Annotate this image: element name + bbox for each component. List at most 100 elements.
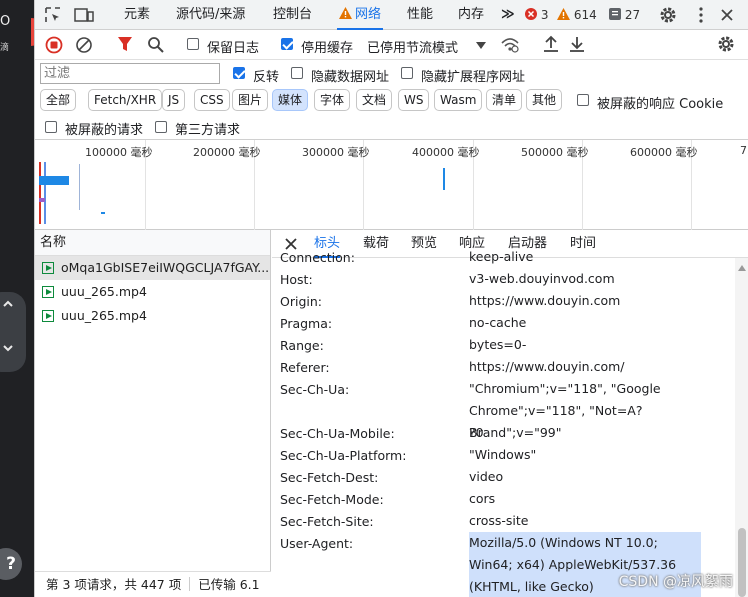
disable-cache-label: 停用缓存 [301, 41, 354, 56]
name-column-header[interactable]: 名称 [35, 230, 270, 256]
hide-data-urls-label: 隐藏数据网址 [311, 70, 390, 85]
scrollbar-thumb[interactable] [738, 528, 746, 597]
header-value: https://www.douyin.com/ [469, 359, 625, 374]
throttle-select[interactable]: 已停用节流模式 [367, 37, 458, 56]
request-row[interactable]: uuu_265.mp4 [35, 280, 270, 304]
header-value: cross-site [469, 513, 529, 528]
import-har-icon[interactable] [543, 35, 559, 56]
type-js-chip[interactable]: JS [162, 89, 186, 111]
invert-checkbox[interactable] [233, 66, 245, 80]
filter-input[interactable] [40, 63, 220, 84]
divider [189, 577, 191, 591]
error-count-badge[interactable]: 3 [525, 8, 548, 22]
type-all-chip[interactable]: 全部 [40, 89, 77, 111]
tick-label: 300000 毫秒 [302, 146, 370, 159]
tick-label: 200000 毫秒 [193, 146, 261, 159]
hide-ext-urls-checkbox[interactable] [401, 66, 413, 80]
network-status-bar: 第 3 项请求，共 447 项 已传输 6.1 [35, 571, 271, 597]
header-value: no-cache [469, 315, 527, 330]
type-ws-chip[interactable]: WS [398, 89, 430, 111]
load-marker [39, 162, 41, 224]
chevron-up-icon[interactable] [2, 298, 14, 314]
type-fetch-xhr-chip[interactable]: Fetch/XHR [88, 89, 163, 111]
request-name: uuu_265.mp4 [61, 284, 147, 299]
header-name: Sec-Ch-Ua-Mobile: [280, 426, 395, 441]
help-icon[interactable]: ? [0, 548, 22, 580]
page-nav-pill [0, 292, 26, 372]
checkbox-off [401, 67, 413, 79]
header-name: Sec-Fetch-Site: [280, 514, 374, 529]
header-name: Sec-Ch-Ua-Platform: [280, 448, 407, 463]
network-overview-timeline[interactable]: 100000 毫秒 200000 毫秒 300000 毫秒 400000 毫秒 … [35, 140, 748, 230]
caret-down-icon[interactable] [476, 39, 486, 53]
info-count: 27 [624, 8, 641, 22]
more-options-icon[interactable] [692, 6, 710, 24]
tab-network[interactable]: 网络 [337, 0, 384, 30]
type-filter-row: 全部 Fetch/XHR JS CSS 图片 媒体 字体 文档 WS Wasm … [35, 86, 748, 114]
tab-performance[interactable]: 性能 [407, 0, 433, 30]
devtools-tabbar: 元素 源代码/来源 控制台 网络 性能 内存 ≫ 3 614 27 [35, 0, 748, 30]
network-settings-gear-icon[interactable] [717, 35, 735, 56]
header-value: https://www.douyin.com [469, 293, 621, 308]
close-icon[interactable] [718, 6, 736, 24]
filter-icon[interactable] [117, 36, 133, 56]
stop-recording-icon[interactable] [45, 36, 63, 57]
export-har-icon[interactable] [569, 35, 585, 56]
left-strip-text-2: 滴 [0, 43, 10, 53]
more-tabs-icon[interactable]: ≫ [501, 0, 515, 30]
type-other-chip[interactable]: 其他 [526, 89, 563, 111]
info-icon [609, 8, 621, 20]
type-wasm-chip[interactable]: Wasm [434, 89, 483, 111]
search-icon[interactable] [147, 36, 164, 56]
checkbox-off [577, 94, 589, 106]
checkbox-off [155, 121, 167, 133]
request-name: uuu_265.mp4 [61, 308, 147, 323]
blocked-cookies-checkbox[interactable] [577, 93, 589, 107]
hide-data-urls-checkbox[interactable] [291, 66, 303, 80]
type-doc-chip[interactable]: 文档 [356, 89, 393, 111]
tab-sources[interactable]: 源代码/来源 [176, 0, 245, 30]
checkbox-off [291, 67, 303, 79]
header-name: Sec-Fetch-Dest: [280, 470, 379, 485]
tab-console[interactable]: 控制台 [273, 0, 312, 30]
activity-bar [443, 168, 445, 190]
tab-preview[interactable]: 预览 [411, 230, 437, 258]
type-css-chip[interactable]: CSS [194, 89, 230, 111]
blocked-requests-checkbox[interactable] [45, 120, 57, 134]
watermark: CSDN @凉风絮雨 [618, 574, 733, 590]
tab-memory[interactable]: 内存 [458, 0, 484, 30]
type-manifest-chip[interactable]: 清单 [486, 89, 523, 111]
header-name: Pragma: [280, 316, 333, 331]
preserve-log-checkbox[interactable] [187, 37, 199, 51]
settings-gear-icon[interactable] [659, 6, 677, 24]
details-scrollbar[interactable] [735, 258, 748, 597]
warning-count-badge[interactable]: 614 [557, 8, 597, 22]
request-row[interactable]: uuu_265.mp4 [35, 304, 270, 328]
header-name: Range: [280, 338, 324, 353]
request-list: 名称 oMqa1GbISE7eiIWQGCLJA7fGAY... uuu_265… [35, 230, 271, 597]
clear-icon[interactable] [75, 36, 93, 57]
header-value: cors [469, 491, 496, 506]
network-conditions-icon[interactable] [500, 35, 520, 56]
info-count-badge[interactable]: 27 [609, 8, 640, 22]
checkbox-on [233, 67, 245, 79]
type-font-chip[interactable]: 字体 [314, 89, 351, 111]
request-count: 第 3 项请求，共 447 项 [46, 577, 182, 592]
type-image-chip[interactable]: 图片 [232, 89, 269, 111]
header-name: User-Agent: [280, 536, 354, 551]
dom-marker [44, 162, 46, 224]
scroll-up-arrow-icon[interactable] [738, 260, 746, 274]
header-value: "Windows" [469, 447, 537, 462]
tab-elements[interactable]: 元素 [124, 0, 150, 30]
header-name: Host: [280, 272, 313, 287]
tick-label: 100000 毫秒 [85, 146, 153, 159]
disable-cache-checkbox[interactable] [281, 37, 293, 51]
type-media-chip[interactable]: 媒体 [272, 89, 309, 111]
third-party-checkbox[interactable] [155, 120, 167, 134]
inspect-element-icon[interactable] [44, 6, 62, 24]
tab-payload[interactable]: 载荷 [363, 230, 389, 258]
chevron-down-icon[interactable] [2, 342, 14, 358]
device-toolbar-icon[interactable] [74, 6, 94, 24]
request-row[interactable]: oMqa1GbISE7eiIWQGCLJA7fGAY... [35, 256, 270, 280]
header-name: Sec-Ch-Ua: [280, 382, 350, 397]
